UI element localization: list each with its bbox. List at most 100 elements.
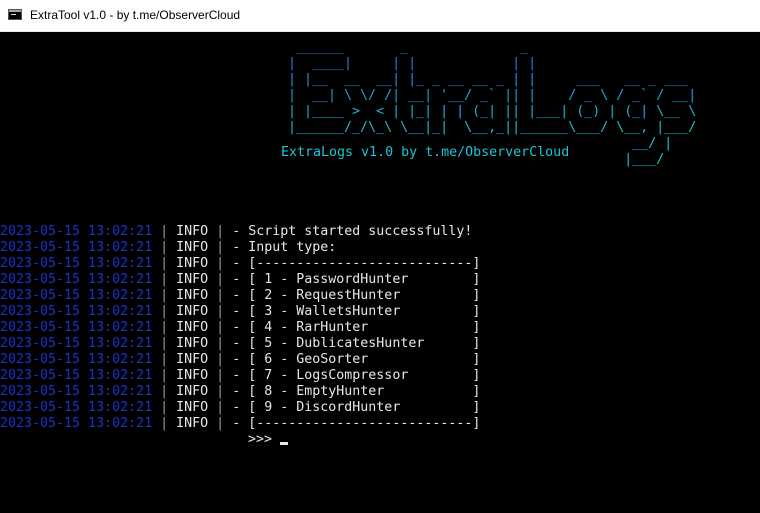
log-timestamp: 2023-05-15 13:02:21 (0, 256, 153, 271)
console-window-icon (8, 9, 22, 20)
log-line: 2023-05-15 13:02:21 | INFO | - [ 3 - Wal… (0, 304, 480, 320)
log-separator: | (208, 256, 233, 271)
log-message: [ 2 - RequestHunter ] (248, 288, 481, 303)
log-separator: | (208, 272, 233, 287)
banner-line: ______ _ _ (280, 40, 689, 55)
log-separator: | (152, 368, 177, 383)
log-message: Script started successfully! (248, 224, 473, 239)
log-line: 2023-05-15 13:02:21 | INFO | - Input typ… (0, 240, 480, 256)
log-separator: | (152, 240, 177, 255)
log-separator: | (208, 288, 233, 303)
log-separator: | (208, 368, 233, 383)
log-line: 2023-05-15 13:02:21 | INFO | - [--------… (0, 416, 480, 432)
log-dash: - (232, 240, 249, 255)
log-dash: - (232, 304, 249, 319)
log-level: INFO (176, 336, 209, 351)
log-separator: | (152, 416, 177, 431)
log-level: INFO (176, 256, 209, 271)
log-separator: | (152, 288, 177, 303)
log-line: 2023-05-15 13:02:21 | INFO | - [ 9 - Dis… (0, 400, 480, 416)
log-message: [ 9 - DiscordHunter ] (248, 400, 481, 415)
log-dash: - (232, 416, 249, 431)
title-bar[interactable]: ExtraTool v1.0 - by t.me/ObserverCloud (0, 0, 760, 32)
log-timestamp: 2023-05-15 13:02:21 (0, 352, 153, 367)
log-line: 2023-05-15 13:02:21 | INFO | - [--------… (0, 256, 480, 272)
log-message: [ 1 - PasswordHunter ] (248, 272, 481, 287)
log-separator: | (208, 416, 233, 431)
log-message: [---------------------------] (248, 416, 481, 431)
log-separator: | (152, 272, 177, 287)
log-line: 2023-05-15 13:02:21 | INFO | - [ 7 - Log… (0, 368, 480, 384)
log-level: INFO (176, 400, 209, 415)
log-line: 2023-05-15 13:02:21 | INFO | - [ 5 - Dub… (0, 336, 480, 352)
log-message: [ 5 - DublicatesHunter ] (248, 336, 481, 351)
log-dash: - (232, 224, 249, 239)
banner-line: | __| \ \/ /| __| '__/ _` || | / _ \ / _… (280, 88, 697, 103)
log-separator: | (208, 240, 233, 255)
log-timestamp: 2023-05-15 13:02:21 (0, 288, 153, 303)
log-dash: - (232, 320, 249, 335)
log-message: [---------------------------] (248, 256, 481, 271)
log-line: 2023-05-15 13:02:21 | INFO | - [ 1 - Pas… (0, 272, 480, 288)
log-timestamp: 2023-05-15 13:02:21 (0, 224, 153, 239)
log-message: Input type: (248, 240, 337, 255)
console-output[interactable]: ______ _ _ | ____| | | | | | |__ __ __| … (0, 32, 760, 513)
log-dash: - (232, 272, 249, 287)
log-line: 2023-05-15 13:02:21 | INFO | - [ 8 - Emp… (0, 384, 480, 400)
log-separator: | (208, 384, 233, 399)
log-separator: | (208, 400, 233, 415)
log-level: INFO (176, 416, 209, 431)
log-timestamp: 2023-05-15 13:02:21 (0, 400, 153, 415)
log-dash: - (232, 256, 249, 271)
log-separator: | (152, 224, 177, 239)
log-timestamp: 2023-05-15 13:02:21 (0, 416, 153, 431)
text-cursor (280, 442, 289, 445)
window-title: ExtraTool v1.0 - by t.me/ObserverCloud (30, 8, 241, 22)
prompt-symbol: >>> (248, 432, 273, 447)
log-level: INFO (176, 224, 209, 239)
input-prompt[interactable]: >>> (248, 432, 289, 448)
log-level: INFO (176, 304, 209, 319)
log-timestamp: 2023-05-15 13:02:21 (0, 304, 153, 319)
log-separator: | (152, 352, 177, 367)
log-message: [ 4 - RarHunter ] (248, 320, 481, 335)
log-level: INFO (176, 368, 209, 383)
log-separator: | (152, 384, 177, 399)
log-separator: | (152, 400, 177, 415)
log-level: INFO (176, 240, 209, 255)
log-dash: - (232, 336, 249, 351)
log-message: [ 8 - EmptyHunter ] (248, 384, 481, 399)
log-line: 2023-05-15 13:02:21 | INFO | - [ 4 - Rar… (0, 320, 480, 336)
log-level: INFO (176, 272, 209, 287)
log-list: 2023-05-15 13:02:21 | INFO | - Script st… (0, 224, 480, 432)
log-message: [ 6 - GeoSorter ] (248, 352, 481, 367)
log-separator: | (208, 224, 233, 239)
log-separator: | (208, 320, 233, 335)
banner-line: | |__ __ __| |_ _ __ __ _ | | ___ __ _ _… (280, 72, 689, 87)
log-timestamp: 2023-05-15 13:02:21 (0, 320, 153, 335)
log-timestamp: 2023-05-15 13:02:21 (0, 384, 153, 399)
log-line: 2023-05-15 13:02:21 | INFO | - [ 6 - Geo… (0, 352, 480, 368)
log-dash: - (232, 400, 249, 415)
log-line: 2023-05-15 13:02:21 | INFO | - [ 2 - Req… (0, 288, 480, 304)
log-dash: - (232, 368, 249, 383)
log-timestamp: 2023-05-15 13:02:21 (0, 368, 153, 383)
log-separator: | (208, 304, 233, 319)
log-separator: | (208, 352, 233, 367)
banner-subtitle: ExtraLogs v1.0 by t.me/ObserverCloud (281, 145, 570, 160)
log-timestamp: 2023-05-15 13:02:21 (0, 240, 153, 255)
banner-line: | ____| | | | | (280, 56, 689, 71)
log-dash: - (232, 352, 249, 367)
log-separator: | (152, 256, 177, 271)
log-message: [ 7 - LogsCompressor ] (248, 368, 481, 383)
log-separator: | (152, 320, 177, 335)
log-level: INFO (176, 352, 209, 367)
log-level: INFO (176, 320, 209, 335)
log-line: 2023-05-15 13:02:21 | INFO | - Script st… (0, 224, 480, 240)
log-timestamp: 2023-05-15 13:02:21 (0, 272, 153, 287)
log-timestamp: 2023-05-15 13:02:21 (0, 336, 153, 351)
log-dash: - (232, 288, 249, 303)
log-separator: | (208, 336, 233, 351)
log-dash: - (232, 384, 249, 399)
log-separator: | (152, 304, 177, 319)
